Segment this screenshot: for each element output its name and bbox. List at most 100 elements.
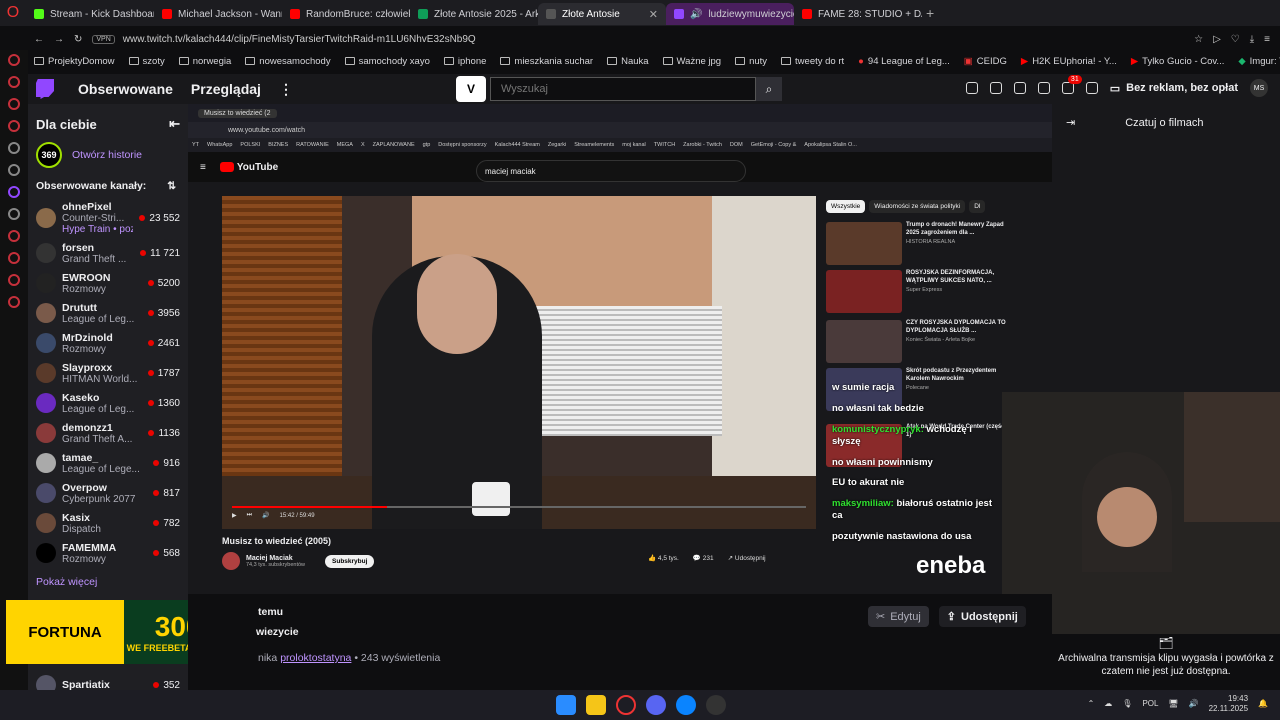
forward-icon[interactable]: → — [54, 34, 64, 45]
history-link[interactable]: 369 Otwórz historie — [28, 132, 188, 168]
avatar[interactable]: MS — [1250, 79, 1268, 97]
obs-icon[interactable] — [706, 695, 726, 715]
browser-tab[interactable]: Stream - Kick Dashboard — [26, 3, 154, 25]
browser-tab[interactable]: RandomBruce: człowiek — [282, 3, 410, 25]
back-icon[interactable]: ← — [34, 34, 44, 45]
extension-icon[interactable]: V — [456, 76, 486, 102]
bookmark-link[interactable]: ◆Imgur: The most a... — [1238, 56, 1280, 67]
share-button[interactable]: ⇪ Udostępnij — [938, 606, 1026, 627]
file-explorer-icon[interactable] — [586, 695, 606, 715]
channel-name: Drututt — [62, 301, 97, 314]
url-field[interactable]: VPN www.twitch.tv/kalach444/clip/FineMis… — [92, 29, 1184, 49]
channel-item[interactable]: Kasix Dispatch 782 — [28, 508, 188, 538]
channel-item[interactable]: Slayproxx HITMAN World... 1787 — [28, 358, 188, 388]
show-more-link[interactable]: Pokaż więcej — [28, 568, 188, 596]
browser-tab[interactable]: Złote Antosie 2025 - Ark — [410, 3, 538, 25]
browser-tab[interactable]: 🔊ludziewymuwiezycie✕ — [666, 3, 794, 25]
bookmark-link[interactable]: ▶ H2K EUphoria! - Y... — [1021, 56, 1117, 67]
instagram-icon[interactable] — [8, 98, 20, 110]
bookmark-link[interactable]: ● 94 League of Leg... — [858, 56, 950, 67]
new-tab-icon[interactable]: + — [926, 5, 934, 21]
windows-start-icon[interactable] — [556, 695, 576, 715]
notifications-icon[interactable]: 31 — [1061, 75, 1082, 94]
x-icon[interactable] — [8, 208, 20, 220]
history-icon[interactable] — [8, 230, 20, 242]
play-icon[interactable]: ▷ — [1213, 34, 1221, 45]
search-input[interactable] — [490, 77, 756, 101]
channel-item[interactable]: ohnePixel Counter-Stri... Hype Train • poz… — [28, 198, 188, 238]
clock-icon[interactable] — [8, 252, 20, 264]
bookmark-folder[interactable]: mieszkania suchar — [500, 56, 593, 67]
bookmark-folder[interactable]: Nauka — [607, 56, 649, 67]
prime-icon[interactable] — [989, 82, 1002, 94]
heart-icon[interactable]: ♡ — [1231, 34, 1240, 45]
close-tab-icon[interactable]: ✕ — [649, 8, 658, 21]
chevron-up-icon[interactable]: ⌃ — [1088, 699, 1095, 708]
menu-icon[interactable]: ≡ — [1264, 34, 1270, 45]
sort-icon[interactable]: ⇅ — [167, 180, 176, 192]
edit-button[interactable]: ✂ Edytuj — [868, 606, 929, 627]
onedrive-icon[interactable]: ☁ — [1104, 699, 1112, 708]
clock[interactable]: 19:43 22.11.2025 — [1209, 694, 1248, 713]
bits-icon[interactable] — [1085, 82, 1098, 94]
crown-icon[interactable] — [1013, 82, 1026, 94]
language-indicator[interactable]: POL — [1142, 699, 1158, 708]
bookmark-folder[interactable]: szoty — [128, 56, 165, 67]
channel-item[interactable]: FAMEMMA Rozmowy 568 — [28, 538, 188, 568]
heart-icon[interactable] — [8, 274, 20, 286]
channel-item[interactable]: Overpow Cyberpunk 2077 817 — [28, 478, 188, 508]
opera-menu-icon[interactable]: O — [0, 4, 26, 22]
volume-icon[interactable]: 🔊 — [1189, 699, 1199, 708]
bookmark-folder[interactable]: tweety do rt — [781, 56, 844, 67]
settings-icon[interactable] — [8, 164, 20, 176]
streamer-mode-icon[interactable] — [965, 82, 978, 94]
mic-icon[interactable]: 🎙 — [1122, 699, 1132, 708]
inner-bookmark: WhatsApp — [207, 142, 233, 148]
bookmark-folder[interactable]: ProjektyDomow — [34, 56, 115, 67]
ai-icon[interactable] — [8, 142, 20, 154]
bookmark-folder[interactable]: iphone — [443, 56, 486, 67]
gear-icon[interactable] — [8, 296, 20, 308]
download-icon[interactable]: ⤓ — [1250, 34, 1254, 45]
expand-icon[interactable]: ⇥ — [1066, 116, 1075, 129]
discord-icon[interactable] — [646, 695, 666, 715]
bookmark-folder[interactable]: nowesamochody — [245, 56, 331, 67]
nav-following[interactable]: Obserwowane — [78, 81, 173, 97]
clipper-link[interactable]: proloktostatyna — [280, 652, 351, 664]
opera-icon[interactable] — [616, 695, 636, 715]
messenger-icon[interactable] — [8, 54, 20, 66]
bookmark-icon[interactable]: ☆ — [1194, 34, 1203, 45]
browser-tab[interactable]: FAME 28: STUDIO + DARK — [794, 3, 922, 25]
search-icon[interactable]: ⌕ — [756, 77, 782, 101]
channel-item[interactable]: EWROON Rozmowy 5200 — [28, 268, 188, 298]
bookmark-folder[interactable]: Ważne jpg — [662, 56, 721, 67]
twitch-logo-icon[interactable] — [36, 79, 54, 99]
more-icon[interactable]: ⋮ — [279, 81, 293, 98]
channel-item[interactable]: MrDzinold Rozmowy 2461 — [28, 328, 188, 358]
bookmark-link[interactable]: ▶ Tylko Gucio - Cov... — [1131, 56, 1225, 67]
url-text[interactable]: www.twitch.tv/kalach444/clip/FineMistyTa… — [123, 34, 476, 45]
reload-icon[interactable]: ↻ — [74, 34, 82, 45]
channel-item[interactable]: Drututt League of Leg... 3956 — [28, 298, 188, 328]
channel-item[interactable]: tamae_ League of Lege... 916 — [28, 448, 188, 478]
bookmark-folder[interactable]: nuty — [735, 56, 767, 67]
inbox-icon[interactable] — [1037, 82, 1050, 94]
channel-item[interactable]: demonzz1 Grand Theft A... 1136 — [28, 418, 188, 448]
messenger-icon[interactable] — [676, 695, 696, 715]
bookmark-folder[interactable]: norwegia — [178, 56, 231, 67]
channel-item[interactable]: Kaseko League of Leg... 1360 — [28, 388, 188, 418]
network-icon[interactable]: 🖥 — [1168, 699, 1178, 708]
channel-item[interactable]: forsen Grand Theft ... 11 721 — [28, 238, 188, 268]
bookmark-link[interactable]: ▣ CEIDG — [964, 56, 1007, 67]
collapse-icon[interactable]: ⇤ — [169, 116, 180, 132]
whatsapp-icon[interactable] — [8, 76, 20, 88]
no-ads-button[interactable]: ▭ Bez reklam, bez opłat — [1110, 82, 1238, 95]
player-icon[interactable] — [8, 120, 20, 132]
browser-tab[interactable]: Michael Jackson - Wann — [154, 3, 282, 25]
browser-tab-active[interactable]: Złote Antosie ✕ — [538, 3, 666, 25]
twitch-side-icon[interactable] — [8, 186, 20, 198]
vpn-badge[interactable]: VPN — [92, 34, 115, 44]
notification-bell-icon[interactable]: 🔔 — [1258, 699, 1268, 708]
nav-browse[interactable]: Przeglądaj — [191, 81, 261, 97]
bookmark-folder[interactable]: samochody xayo — [344, 56, 430, 67]
